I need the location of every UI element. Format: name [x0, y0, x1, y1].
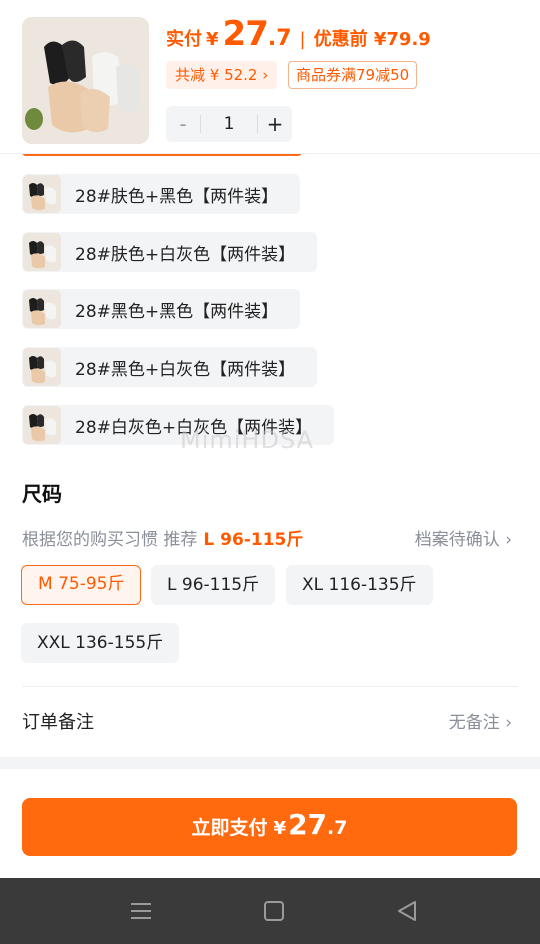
recommended-size: L 96-115斤 — [203, 530, 304, 550]
option-thumbnail — [23, 233, 61, 271]
option-item[interactable]: 28#黑色+黑色【两件装】 — [22, 289, 301, 329]
decrease-button[interactable]: - — [166, 112, 200, 136]
system-navbar — [0, 878, 540, 944]
section-gap — [0, 757, 540, 769]
option-item[interactable]: 28#肤色+黑色【两件装】 — [22, 174, 301, 214]
option-thumbnail — [23, 290, 61, 328]
size-recommendation: 根据您的购买习惯 推荐 L 96-115斤 — [22, 525, 303, 550]
order-remark-value[interactable]: 无备注 › — [449, 708, 512, 733]
product-header: 实付 ¥ 27 .7 | 优惠前 ¥79.9 共减 ¥ 52.2 › 商品券满7… — [0, 0, 540, 154]
quantity-stepper: - 1 + — [166, 106, 292, 142]
back-triangle-icon[interactable] — [394, 898, 420, 924]
size-option-xxl[interactable]: XXL 136-155斤 — [21, 623, 180, 663]
price-separator: | — [299, 29, 306, 50]
size-option-m[interactable]: M 75-95斤 — [21, 565, 142, 605]
home-square-icon[interactable] — [261, 898, 287, 924]
coupon-chip[interactable]: 商品券满79减50 — [288, 61, 418, 89]
option-label: 28#肤色+黑色【两件装】 — [75, 186, 279, 207]
size-section-title: 尺码 — [22, 482, 62, 506]
price-integer: 27 — [222, 14, 269, 54]
menu-icon[interactable] — [128, 898, 154, 924]
pay-now-button[interactable]: 立即支付 ¥ 27 .7 — [22, 798, 517, 856]
pay-price-decimal: .7 — [327, 817, 348, 839]
quantity-value[interactable]: 1 — [200, 115, 258, 133]
size-option-xl[interactable]: XL 116-135斤 — [286, 565, 433, 605]
size-option-l[interactable]: L 96-115斤 — [151, 565, 276, 605]
price-line: 实付 ¥ 27 .7 | 优惠前 ¥79.9 — [166, 14, 431, 54]
paid-label: 实付 — [166, 29, 202, 50]
order-remark-label: 订单备注 — [22, 712, 94, 733]
option-item[interactable]: 28#黑色+白灰色【两件装】 — [22, 347, 318, 387]
currency-symbol: ¥ — [206, 29, 219, 50]
pay-currency: ¥ — [273, 818, 287, 839]
divider — [22, 686, 518, 687]
option-thumbnail — [23, 406, 61, 444]
product-thumbnail[interactable] — [22, 17, 149, 144]
option-item[interactable]: 28#肤色+白灰色【两件装】 — [22, 232, 318, 272]
option-thumbnail — [23, 175, 61, 213]
archive-link[interactable]: 档案待确认 › — [415, 525, 512, 550]
option-label: 28#黑色+黑色【两件装】 — [75, 301, 279, 322]
increase-button[interactable]: + — [258, 112, 292, 136]
pay-label: 立即支付 — [191, 817, 268, 839]
recommend-prefix: 根据您的购买习惯 推荐 — [22, 530, 198, 550]
pay-price-integer: 27 — [288, 808, 328, 841]
price-decimal: .7 — [267, 26, 292, 51]
discount-chip[interactable]: 共减 ¥ 52.2 › — [166, 61, 278, 89]
option-label: 28#肤色+白灰色【两件装】 — [75, 244, 296, 265]
watermark: MimiHDSA — [180, 426, 315, 454]
original-price: 优惠前 ¥79.9 — [313, 29, 431, 50]
option-label: 28#黑色+白灰色【两件装】 — [75, 359, 296, 380]
option-thumbnail — [23, 348, 61, 386]
